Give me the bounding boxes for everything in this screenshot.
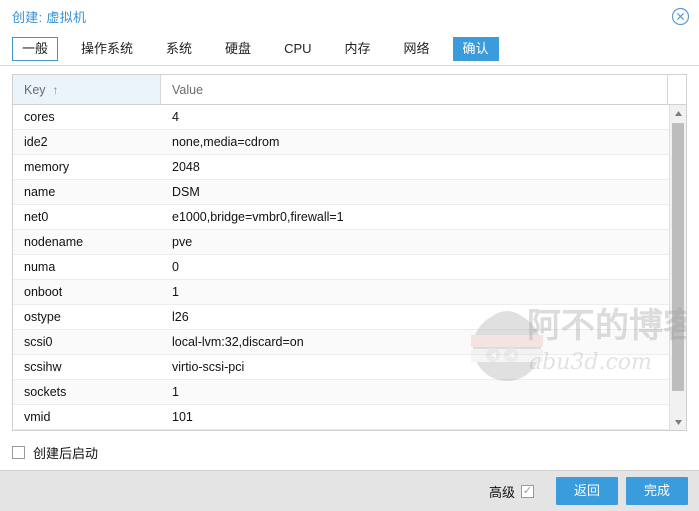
advanced-checkbox[interactable]: ✓ [520,484,534,498]
grid-rows: cores 4 ide2 none,media=cdrom memory 2048 name… [13,105,669,430]
dialog-body: Key ↑ Value cores 4 ide2 none,media=cdrom me… [0,66,699,470]
table-row[interactable]: vmid 101 [13,405,669,430]
grid-header-row: Key ↑ Value [13,75,686,105]
table-cell-key: cores [24,110,55,124]
table-row[interactable]: cores 4 [13,105,669,130]
table-row[interactable]: ostype l26 [13,305,669,330]
table-cell-value: 101 [172,410,193,424]
tab-cpu[interactable]: CPU [274,37,321,61]
advanced-label: 高级 [488,484,515,500]
dialog-footer: 高级 ✓ 返回 完成 [0,470,699,511]
table-cell-key: scsihw [24,360,62,374]
table-cell-value: virtio-scsi-pci [172,360,245,374]
table-row[interactable]: ide2 none,media=cdrom [13,130,669,155]
table-row[interactable]: sockets 1 [13,380,669,405]
start-after-create-row: 创建后启动 [12,431,687,463]
finish-button[interactable]: 完成 [625,477,688,505]
table-cell-key: sockets [24,385,67,399]
table-row[interactable]: nodename pve [13,230,669,255]
table-row[interactable]: memory 2048 [13,155,669,180]
scroll-up-triangle-up-icon[interactable] [670,105,686,121]
start-after-create-label: 创建后启动 [33,445,99,461]
table-row[interactable]: net0 e1000,bridge=vmbr0,firewall=1 [13,205,669,230]
close-circle-icon[interactable] [671,7,690,26]
wizard-tab-bar: 一般 操作系统 系统 硬盘 CPU 内存 网络 确认 [0,33,699,66]
back-button[interactable]: 返回 [555,477,618,505]
table-cell-key: vmid [24,410,51,424]
tab-network[interactable]: 网络 [394,37,440,61]
table-cell-key: onboot [24,285,63,299]
table-cell-value: 1 [172,285,179,299]
table-cell-key: ostype [24,310,61,324]
table-row[interactable]: numa 0 [13,255,669,280]
table-row[interactable]: onboot 1 [13,280,669,305]
table-cell-value: 1 [172,385,179,399]
dialog-title: 创建: 虚拟机 [12,10,87,25]
table-cell-value: DSM [172,185,200,199]
tab-memory[interactable]: 内存 [335,37,381,61]
table-cell-key: net0 [24,210,49,224]
table-cell-value: none,media=cdrom [172,135,280,149]
scrollbar-thumb[interactable] [672,123,684,391]
advanced-checkbox-tick-icon: ✓ [522,484,533,497]
dialog-titlebar: 创建: 虚拟机 [0,0,699,33]
sort-ascending-icon: ↑ [52,82,59,97]
grid-vertical-scrollbar[interactable] [669,105,686,430]
table-cell-key: nodename [24,235,84,249]
summary-grid: Key ↑ Value cores 4 ide2 none,media=cdrom me… [12,74,687,431]
grid-body: cores 4 ide2 none,media=cdrom memory 2048 name… [13,105,686,430]
create-vm-dialog: 创建: 虚拟机 一般 操作系统 系统 硬盘 CPU 内存 网络 确认 Key ↑ [0,0,699,511]
table-cell-key: numa [24,260,56,274]
table-cell-key: scsi0 [24,335,53,349]
column-header-key[interactable]: Key ↑ [13,75,161,104]
table-cell-value: pve [172,235,193,249]
table-cell-value: 4 [172,110,179,124]
table-cell-value: e1000,bridge=vmbr0,firewall=1 [172,210,344,224]
table-cell-key: memory [24,160,70,174]
tab-general[interactable]: 一般 [12,37,59,61]
table-row[interactable]: name DSM [13,180,669,205]
table-cell-value: local-lvm:32,discard=on [172,335,304,349]
tab-confirm[interactable]: 确认 [452,37,499,61]
column-header-filler [668,75,686,104]
start-after-create-checkbox[interactable] [12,445,25,459]
table-cell-key: ide2 [24,135,48,149]
tab-os[interactable]: 操作系统 [71,37,143,61]
column-header-value[interactable]: Value [161,75,668,104]
table-row[interactable]: scsi0 local-lvm:32,discard=on [13,330,669,355]
table-cell-value: 0 [172,260,179,274]
table-cell-value: 2048 [172,160,200,174]
column-header-key-label: Key [24,82,46,97]
table-row[interactable]: scsihw virtio-scsi-pci [13,355,669,380]
tab-disk[interactable]: 硬盘 [215,37,261,61]
table-cell-key: name [24,185,56,199]
scroll-down-triangle-down-icon[interactable] [670,414,686,430]
column-header-value-label: Value [172,82,204,97]
table-cell-value: l26 [172,310,189,324]
tab-system[interactable]: 系统 [156,37,202,61]
